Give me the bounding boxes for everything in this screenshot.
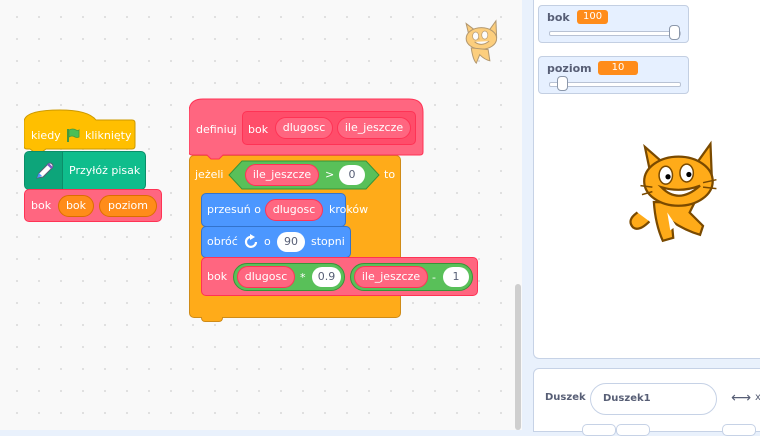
- variable-reporter-poziom[interactable]: poziom: [99, 195, 157, 217]
- slider-knob-poziom[interactable]: [557, 76, 568, 91]
- recursive-call-label: bok: [207, 270, 228, 283]
- param-reporter-ile-jeszcze[interactable]: ile_jeszcze: [245, 164, 319, 186]
- condition-value-input[interactable]: 0: [339, 165, 365, 185]
- workspace-scrollbar[interactable]: [515, 284, 521, 430]
- script-end-notch: [201, 317, 223, 322]
- subtract-value-input[interactable]: 1: [443, 267, 469, 287]
- call-bok-label: bok: [31, 199, 52, 212]
- greater-than-symbol: >: [325, 168, 335, 181]
- param-reporter-dlugosc[interactable]: dlugosc: [265, 199, 323, 221]
- sprite-info-panel: Duszek Duszek1 ⟷ x: [533, 368, 760, 436]
- turn-label: obróć: [207, 235, 238, 248]
- variable-monitor-bok[interactable]: bok 100: [538, 5, 689, 43]
- define-param-dlugosc[interactable]: dlugosc: [275, 117, 333, 139]
- subtract-symbol: -: [432, 271, 436, 284]
- stage[interactable]: [533, 0, 760, 359]
- sprite-label: Duszek: [545, 392, 586, 403]
- move-label: przesuń o: [207, 203, 261, 216]
- multiply-symbol: *: [300, 271, 306, 284]
- define-param-ile-jeszcze[interactable]: ile_jeszcze: [337, 117, 411, 139]
- if-then-label: to: [384, 168, 396, 181]
- move-steps-label: kroków: [329, 203, 369, 216]
- show-visible-button[interactable]: [582, 424, 616, 436]
- hat-label-when: kiedy: [31, 129, 61, 142]
- param-reporter-ile-jeszcze[interactable]: ile_jeszcze: [354, 266, 428, 288]
- define-proc-name: bok: [248, 123, 269, 136]
- multiply-value-input[interactable]: 0.9: [312, 267, 341, 287]
- green-flag-icon: [67, 128, 80, 142]
- if-label: jeżeli: [195, 168, 224, 181]
- define-label: definiuj: [196, 123, 237, 136]
- x-position-label: x: [755, 392, 760, 403]
- sprite-cat-icon[interactable]: [622, 138, 720, 246]
- param-reporter-dlugosc[interactable]: dlugosc: [237, 266, 295, 288]
- hat-label-clicked: kliknięty: [85, 129, 132, 142]
- slider-knob-bok[interactable]: [669, 25, 680, 40]
- monitor-name-poziom: poziom: [547, 62, 592, 75]
- monitor-slider-bok[interactable]: [549, 25, 681, 40]
- turn-degrees-label: stopni: [311, 235, 345, 248]
- size-input[interactable]: [722, 424, 756, 436]
- show-hidden-button[interactable]: [616, 424, 650, 436]
- monitor-slider-poziom[interactable]: [549, 76, 681, 91]
- monitor-name-bok: bok: [547, 11, 570, 24]
- variable-reporter-bok[interactable]: bok: [58, 195, 94, 217]
- pen-icon: [36, 162, 54, 179]
- turn-degrees-input[interactable]: 90: [277, 232, 305, 252]
- monitor-value-bok: 100: [577, 10, 609, 24]
- sprite-thumbnail-icon: [465, 19, 498, 65]
- turn-right-icon: [244, 234, 258, 248]
- sprite-name-input[interactable]: Duszek1: [590, 383, 717, 415]
- x-position-arrows-icon: ⟷: [731, 390, 752, 406]
- turn-by-label: o: [264, 235, 271, 248]
- monitor-value-poziom: 10: [598, 61, 638, 75]
- code-workspace[interactable]: kiedy kliknięty Przyłóż pisak bok bok po…: [0, 0, 522, 430]
- variable-monitor-poziom[interactable]: poziom 10: [538, 56, 689, 94]
- pen-down-label: Przyłóż pisak: [69, 164, 141, 177]
